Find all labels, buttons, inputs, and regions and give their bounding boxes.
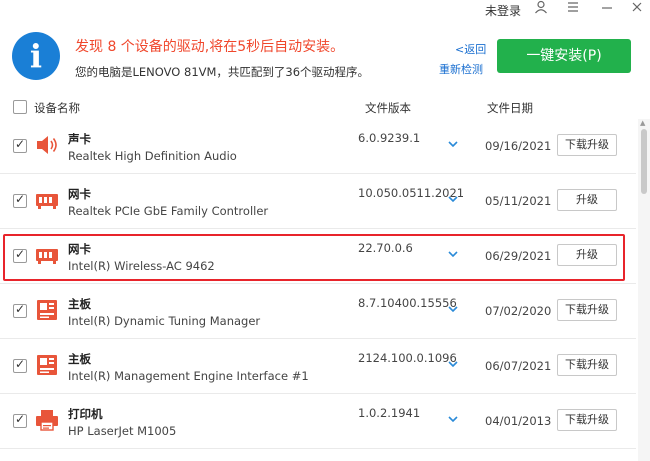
computer-summary: 您的电脑是LENOVO 81VM，共匹配到了36个驱动程序。	[75, 65, 370, 79]
one-click-install-button[interactable]: 一键安装(P)	[497, 39, 631, 73]
file-date: 07/02/2020	[485, 304, 552, 318]
driver-row: 网卡 Intel(R) Wireless-AC 9462 22.70.0.6 0…	[0, 229, 636, 284]
select-all-checkbox[interactable]	[13, 100, 27, 114]
download-upgrade-button[interactable]: 下载升级	[557, 299, 617, 321]
chevron-down-icon[interactable]	[446, 303, 460, 317]
device-model: Realtek High Definition Audio	[68, 149, 237, 163]
driver-list: 声卡 Realtek High Definition Audio 6.0.923…	[0, 119, 636, 461]
printer-icon	[34, 407, 60, 433]
info-icon: i	[12, 32, 60, 80]
device-type: 打印机	[68, 407, 103, 421]
driver-row: 主板 Intel(R) Dynamic Tuning Manager 8.7.1…	[0, 284, 636, 339]
list-column-header: 设备名称 文件版本 文件日期	[0, 97, 650, 119]
driver-checkbox[interactable]	[13, 192, 27, 208]
speaker-icon	[34, 132, 60, 158]
menu-icon[interactable]	[562, 0, 584, 20]
upgrade-button[interactable]: 升级	[557, 244, 617, 266]
file-date: 06/07/2021	[485, 359, 552, 373]
detection-notice: 发现 8 个设备的驱动,将在5秒后自动安装。	[75, 39, 345, 55]
driver-row: 主板 Intel(R) Management Engine Interface …	[0, 339, 636, 394]
close-icon[interactable]	[626, 0, 648, 20]
network-card-icon	[34, 242, 60, 268]
download-upgrade-button[interactable]: 下载升级	[557, 134, 617, 156]
file-version: 6.0.9239.1	[358, 131, 421, 145]
chevron-down-icon[interactable]	[446, 358, 460, 372]
download-upgrade-button[interactable]: 下载升级	[557, 409, 617, 431]
back-link[interactable]: <返回	[455, 41, 486, 57]
device-type: 主板	[68, 297, 91, 311]
column-file-version: 文件版本	[365, 101, 411, 115]
scan-result-header: i 发现 8 个设备的驱动,将在5秒后自动安装。 您的电脑是LENOVO 81V…	[0, 22, 650, 92]
device-model: Realtek PCIe GbE Family Controller	[68, 204, 269, 218]
list-scrollbar[interactable]: ▲	[638, 119, 650, 461]
driver-checkbox[interactable]	[13, 357, 27, 373]
driver-row: 打印机 HP LaserJet M1005 1.0.2.1941 04/01/2…	[0, 394, 636, 449]
file-date: 05/11/2021	[485, 194, 552, 208]
file-version: 22.70.0.6	[358, 241, 413, 255]
motherboard-icon	[34, 297, 60, 323]
scrollbar-thumb[interactable]	[641, 129, 647, 194]
chevron-down-icon[interactable]	[446, 138, 460, 152]
column-file-date: 文件日期	[487, 101, 533, 115]
scroll-up-icon[interactable]: ▲	[640, 119, 645, 127]
chevron-down-icon[interactable]	[446, 193, 460, 207]
file-date: 09/16/2021	[485, 139, 552, 153]
driver-row: 网卡 Realtek PCIe GbE Family Controller 10…	[0, 174, 636, 229]
device-type: 主板	[68, 352, 91, 366]
file-version: 2124.100.0.1096	[358, 351, 457, 365]
column-device-name: 设备名称	[34, 101, 80, 115]
file-date: 04/01/2013	[485, 414, 552, 428]
driver-row: 声卡 Realtek High Definition Audio 6.0.923…	[0, 119, 636, 174]
file-version: 8.7.10400.15556	[358, 296, 457, 310]
network-card-icon	[34, 187, 60, 213]
chevron-down-icon[interactable]	[446, 248, 460, 262]
device-model: Intel(R) Dynamic Tuning Manager	[68, 314, 261, 328]
driver-checkbox[interactable]	[13, 302, 27, 318]
device-type: 网卡	[68, 242, 91, 256]
recheck-link[interactable]: 重新检测	[439, 61, 483, 77]
device-model: Intel(R) Management Engine Interface #1	[68, 369, 309, 383]
title-bar: 未登录	[0, 0, 650, 22]
motherboard-icon	[34, 352, 60, 378]
device-model: HP LaserJet M1005	[68, 424, 177, 438]
download-upgrade-button[interactable]: 下载升级	[557, 354, 617, 376]
device-type: 声卡	[68, 132, 91, 146]
driver-checkbox[interactable]	[13, 137, 27, 153]
device-model: Intel(R) Wireless-AC 9462	[68, 259, 215, 273]
driver-checkbox[interactable]	[13, 247, 27, 263]
login-status[interactable]: 未登录	[485, 2, 521, 19]
file-version: 1.0.2.1941	[358, 406, 421, 420]
upgrade-button[interactable]: 升级	[557, 189, 617, 211]
device-type: 网卡	[68, 187, 91, 201]
minimize-icon[interactable]	[596, 0, 618, 20]
driver-checkbox[interactable]	[13, 412, 27, 428]
file-date: 06/29/2021	[485, 249, 552, 263]
user-icon[interactable]	[530, 0, 552, 20]
chevron-down-icon[interactable]	[446, 413, 460, 427]
